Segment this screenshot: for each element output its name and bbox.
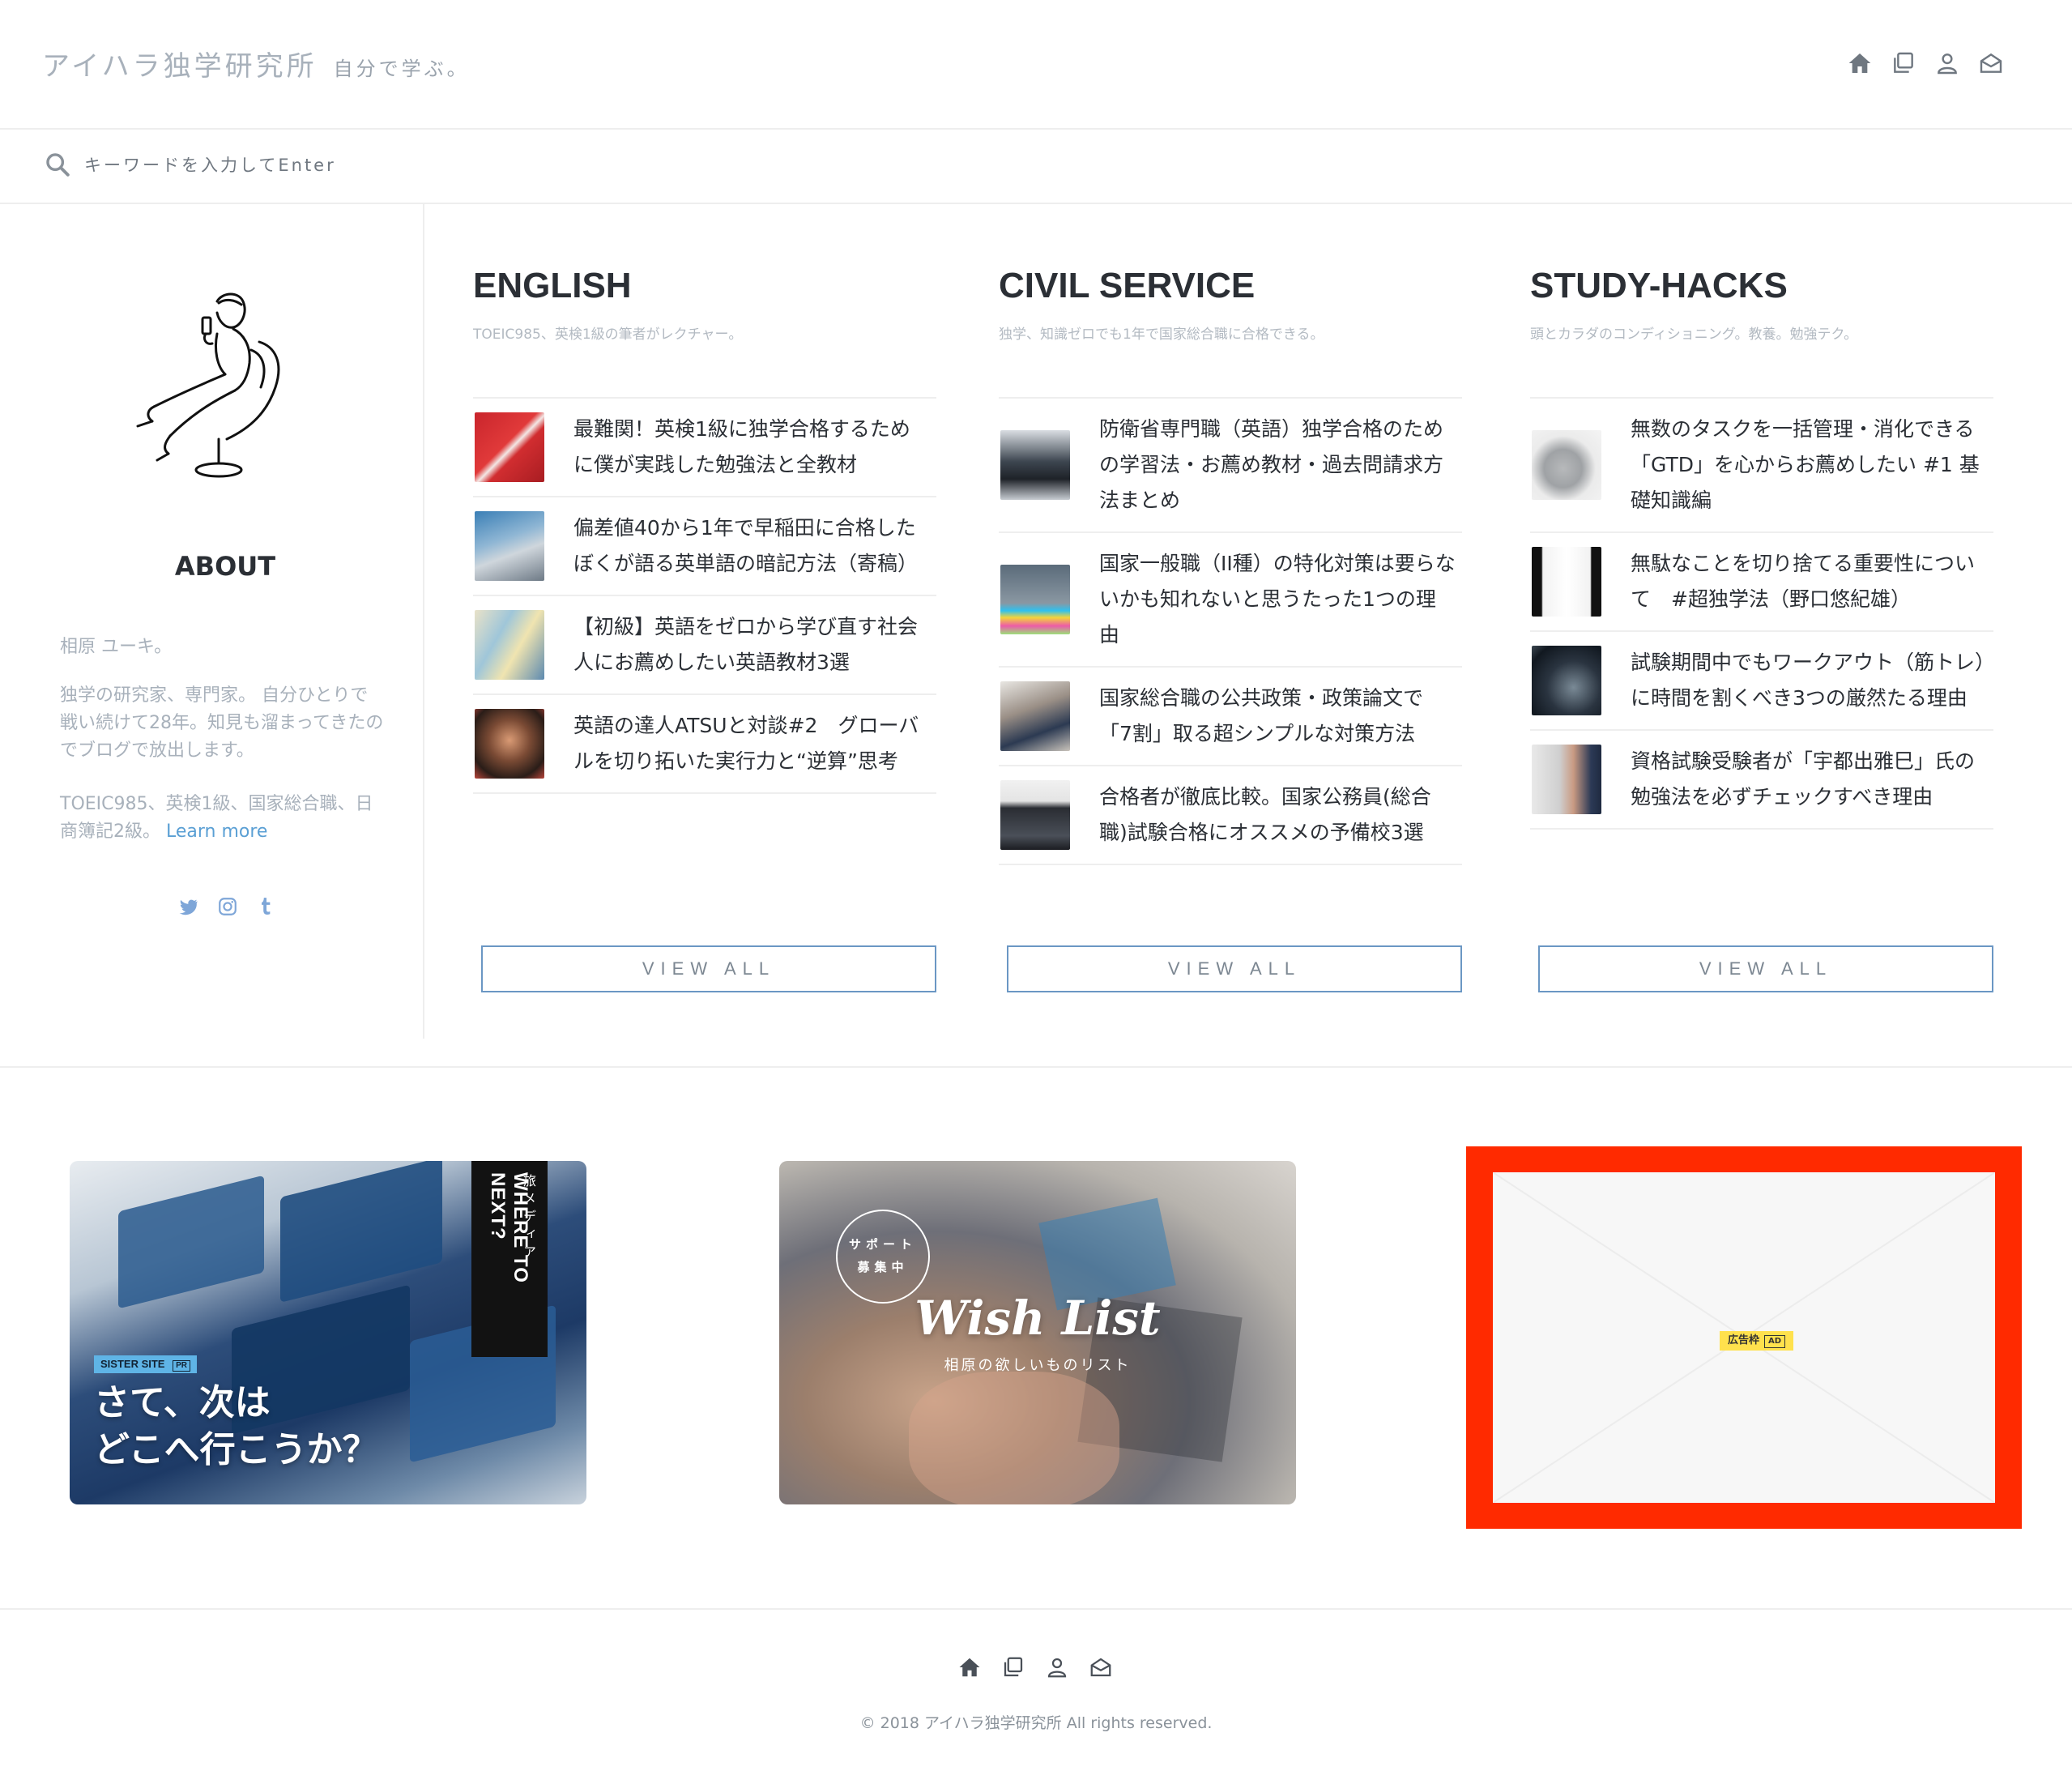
article-title[interactable]: 偏差値40から1年で早稲田に合格したぼくが語る英単語の暗記方法（寄稿） [573,510,930,582]
category-subtitle: 独学、知識ゼロでも1年で国家総合職に合格できる。 [999,326,1324,343]
tumblr-icon[interactable] [256,896,277,917]
home-icon[interactable] [957,1655,982,1679]
article-title[interactable]: 資格試験受験者が「宇都出雅巳」氏の勉強法を必ずチェックすべき理由 [1631,744,1987,815]
article-thumbnail[interactable] [1000,430,1070,500]
vertical-title-band: 旅メディア WHERE TO NEXT? [471,1161,548,1357]
author-credentials: TOEIC985、英検1級、国家総合職、日商簿記2級。 Learn more [60,791,384,846]
category-title[interactable]: STUDY-HACKS [1530,266,1788,306]
copy-icon[interactable] [1891,50,1916,76]
author-description: 独学の研究家、専門家。 自分ひとりで戦い続けて28年。知見も溜まってきたのでブロ… [60,685,384,761]
article-title[interactable]: 国家一般職（II種）の特化対策は要らないかも知れないと思うたった1つの理由 [1099,546,1456,653]
user-icon[interactable] [1934,50,1960,76]
article-title[interactable]: 英語の達人ATSUと対談#2 グローバルを切り拓いた実行力と“逆算”思考 [573,708,930,779]
article-thumbnail[interactable] [1000,565,1070,634]
ad-label: 広告枠 [1728,1334,1760,1346]
article-item[interactable]: 無駄なことを切り捨てる重要性について #超独学法（野口悠紀雄） [1530,533,1993,632]
article-title[interactable]: 試験期間中でもワークアウト（筋トレ）に時間を割くべき3つの厳然たる理由 [1631,645,1987,716]
view-all-button[interactable]: VIEW ALL [1538,945,1993,992]
article-list: 防衛省専門職（英語）独学合格のための学習法・お薦め教材・過去問請求方法まとめ 国… [999,397,1462,865]
support-bubble: サポート 募集中 [836,1210,930,1304]
instagram-icon[interactable] [217,896,238,917]
article-thumbnail[interactable] [1532,646,1601,715]
article-title[interactable]: 無数のタスクを一括管理・消化できる「GTD」を心からお薦めしたい #1 基礎知識… [1631,412,1987,518]
author-illustration [122,285,300,488]
article-title[interactable]: 防衛省専門職（英語）独学合格のための学習法・お薦め教材・過去問請求方法まとめ [1099,412,1456,518]
footer-divider [0,1608,2072,1610]
article-item[interactable]: 【初級】英語をゼロから学び直す社会人にお薦めしたい英語教材3選 [473,596,936,695]
article-item[interactable]: 防衛省専門職（英語）独学合格のための学習法・お薦め教材・過去問請求方法まとめ [999,399,1462,533]
article-item[interactable]: 資格試験受験者が「宇都出雅巳」氏の勉強法を必ずチェックすべき理由 [1530,731,1993,830]
article-item[interactable]: 偏差値40から1年で早稲田に合格したぼくが語る英単語の暗記方法（寄稿） [473,497,936,596]
article-thumbnail[interactable] [1000,681,1070,751]
article-thumbnail[interactable] [1532,547,1601,617]
article-thumbnail[interactable] [475,511,544,581]
article-thumbnail[interactable] [1532,745,1601,814]
headline-line-1: さて、次は [94,1382,271,1423]
site-brand[interactable]: アイハラ独学研究所 自分で学ぶ。 [42,44,470,83]
sister-site-banner[interactable]: 旅メディア WHERE TO NEXT? SISTER SITE PR さて、次… [70,1161,586,1504]
site-header: アイハラ独学研究所 自分で学ぶ。 [0,0,2072,130]
user-icon[interactable] [1045,1655,1069,1679]
bubble-line-1: サポート [848,1237,917,1252]
mail-icon[interactable] [1978,50,2004,76]
article-thumbnail[interactable] [475,412,544,482]
twitter-icon[interactable] [178,896,199,917]
article-thumbnail[interactable] [1000,780,1070,850]
bubble-line-2: 募集中 [857,1260,909,1274]
article-thumbnail[interactable] [1532,430,1601,500]
category-subtitle: 頭とカラダのコンディショニング。教養。勉強テク。 [1530,326,1858,343]
article-item[interactable]: 合格者が徹底比較。国家公務員(総合職)試験合格にオススメの予備校3選 [999,766,1462,865]
pr-tag: PR [173,1360,190,1372]
article-item[interactable]: 試験期間中でもワークアウト（筋トレ）に時間を割くべき3つの厳然たる理由 [1530,632,1993,731]
article-item[interactable]: 国家総合職の公共政策・政策論文で「7割」取る超シンプルな対策方法 [999,668,1462,766]
category-title[interactable]: CIVIL SERVICE [999,266,1255,306]
view-all-button[interactable]: VIEW ALL [1007,945,1462,992]
sister-site-badge: SISTER SITE PR [94,1355,197,1373]
article-title[interactable]: 【初級】英語をゼロから学び直す社会人にお薦めしたい英語教材3選 [573,609,930,681]
section-divider [0,1066,2072,1068]
mail-icon[interactable] [1089,1655,1113,1679]
search-bar [0,130,2072,204]
sister-site-label: SISTER SITE [100,1358,165,1370]
article-list: 最難関！英検1級に独学合格するために僕が実践した勉強法と全教材 偏差値40から1… [473,397,936,794]
wishlist-banner[interactable]: サポート 募集中 Wish List 相原の欲しいものリスト [779,1161,1296,1504]
copyright: © 2018 アイハラ独学研究所 All rights reserved. [859,1714,1213,1732]
site-tagline: 自分で学ぶ。 [333,58,470,80]
article-title[interactable]: 最難関！英検1級に独学合格するために僕が実践した勉強法と全教材 [573,412,930,483]
category-subtitle: TOEIC985、英検1級の筆者がレクチャー。 [473,326,743,343]
article-item[interactable]: 英語の達人ATSUと対談#2 グローバルを切り拓いた実行力と“逆算”思考 [473,695,936,794]
article-list: 無数のタスクを一括管理・消化できる「GTD」を心からお薦めしたい #1 基礎知識… [1530,397,1993,830]
site-title[interactable]: アイハラ独学研究所 [42,50,318,83]
search-icon [44,151,71,178]
vertical-title: WHERE TO NEXT? [487,1172,531,1283]
ad-tag: AD [1764,1335,1786,1348]
author-name: 相原 ユーキ。 [60,637,173,657]
article-title[interactable]: 国家総合職の公共政策・政策論文で「7割」取る超シンプルな対策方法 [1099,681,1456,752]
about-sidebar: ABOUT 相原 ユーキ。 独学の研究家、専門家。 自分ひとりで戦い続けて28年… [0,204,424,1039]
article-title[interactable]: 無駄なことを切り捨てる重要性について #超独学法（野口悠紀雄） [1631,546,1987,617]
sister-site-headline: さて、次は どこへ行こうか？ [94,1380,378,1474]
search-input[interactable] [84,147,813,183]
category-title[interactable]: ENGLISH [473,266,632,306]
article-thumbnail[interactable] [475,709,544,779]
headline-line-2: どこへ行こうか？ [94,1429,378,1470]
wishlist-subtitle: 相原の欲しいものリスト [944,1357,1132,1374]
article-item[interactable]: 最難関！英検1級に独学合格するために僕が実践した勉強法と全教材 [473,399,936,497]
ad-slot-highlight: 広告枠 AD [1466,1146,2022,1529]
ad-badge: 広告枠 AD [1720,1331,1794,1351]
article-item[interactable]: 無数のタスクを一括管理・消化できる「GTD」を心からお薦めしたい #1 基礎知識… [1530,399,1993,533]
social-links [178,896,277,917]
about-title: ABOUT [174,551,276,582]
article-thumbnail[interactable] [475,610,544,680]
footer-nav [957,1655,1113,1679]
article-item[interactable]: 国家一般職（II種）の特化対策は要らないかも知れないと思うたった1つの理由 [999,533,1462,668]
ad-slot[interactable]: 広告枠 AD [1493,1172,1995,1503]
article-title[interactable]: 合格者が徹底比較。国家公務員(総合職)試験合格にオススメの予備校3選 [1099,779,1456,851]
view-all-button[interactable]: VIEW ALL [481,945,936,992]
home-icon[interactable] [1847,50,1873,76]
wishlist-title: Wish List [914,1291,1161,1346]
copy-icon[interactable] [1001,1655,1025,1679]
header-nav [1847,50,2004,76]
learn-more-link[interactable]: Learn more [166,821,267,842]
